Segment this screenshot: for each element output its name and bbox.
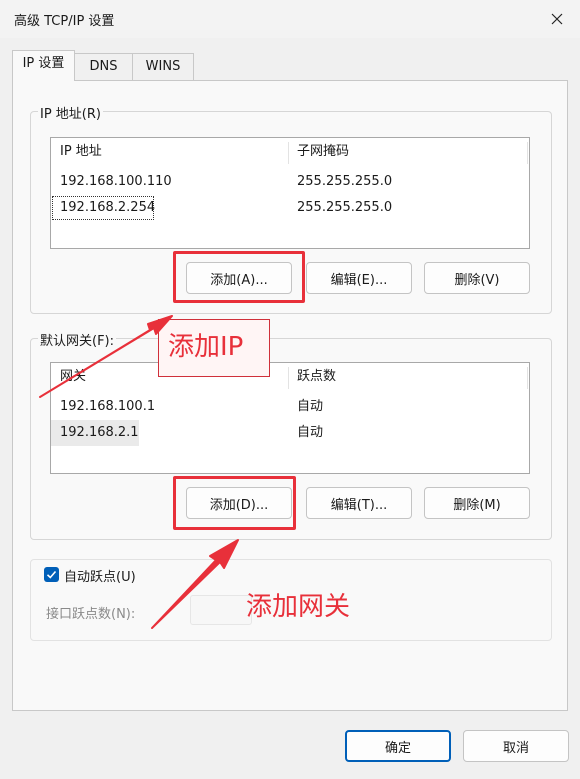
arrow-add-gateway <box>151 539 239 629</box>
annotation-arrows <box>39 315 239 629</box>
arrow-add-ip <box>39 315 173 398</box>
tab-ip-settings[interactable]: IP 设置 <box>12 50 75 81</box>
